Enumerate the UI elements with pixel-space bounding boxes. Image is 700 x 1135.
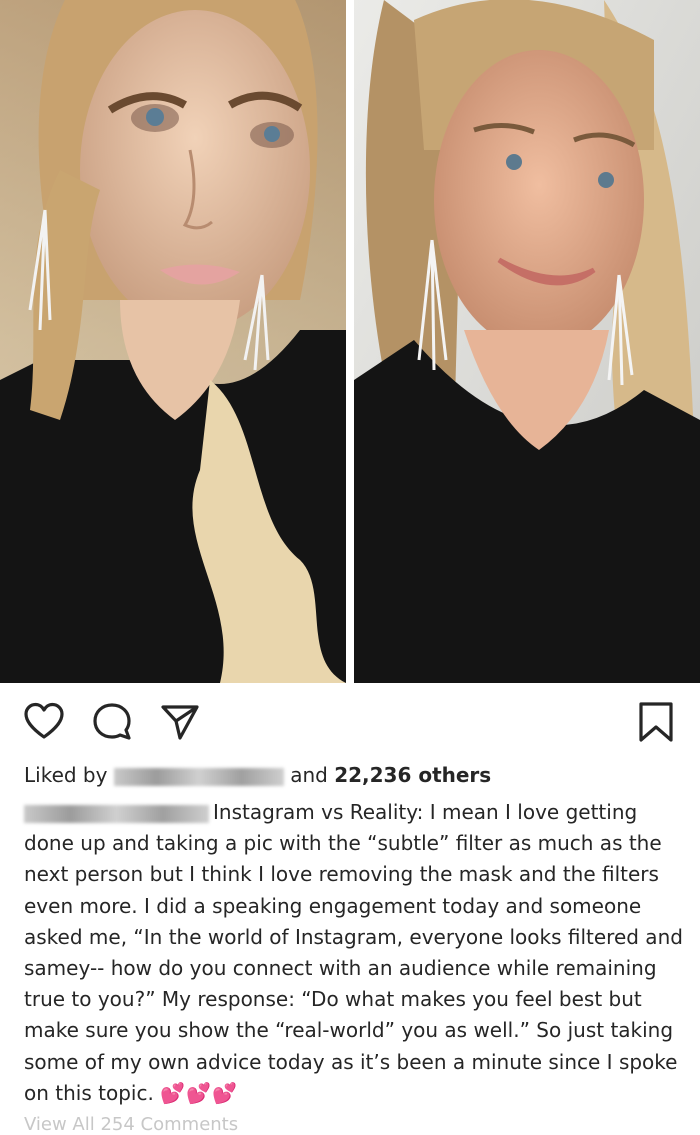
heart-emoji: 💕💕💕 [160, 1080, 238, 1105]
photo-after [354, 0, 700, 683]
likes-line: Liked by and 22,236 others [24, 760, 491, 790]
send-icon[interactable] [158, 700, 202, 744]
likes-count[interactable]: 22,236 others [334, 763, 491, 787]
redacted-username [113, 767, 284, 786]
likes-and: and [290, 763, 328, 787]
likes-prefix: Liked by [24, 763, 108, 787]
photo-glam-makeup [0, 0, 346, 683]
redacted-author[interactable] [24, 804, 209, 823]
post-photos [0, 0, 700, 683]
bookmark-icon[interactable] [634, 700, 678, 744]
view-comments-link[interactable]: View All 254 Comments [24, 1114, 238, 1135]
heart-icon[interactable] [22, 700, 66, 744]
comment-icon[interactable] [90, 700, 134, 744]
post-action-bar [22, 700, 678, 744]
caption-text: Instagram vs Reality: I mean I love gett… [24, 800, 690, 1105]
post-caption: Instagram vs Reality: I mean I love gett… [24, 797, 684, 1109]
photo-before [0, 0, 346, 683]
photo-natural [354, 0, 700, 683]
